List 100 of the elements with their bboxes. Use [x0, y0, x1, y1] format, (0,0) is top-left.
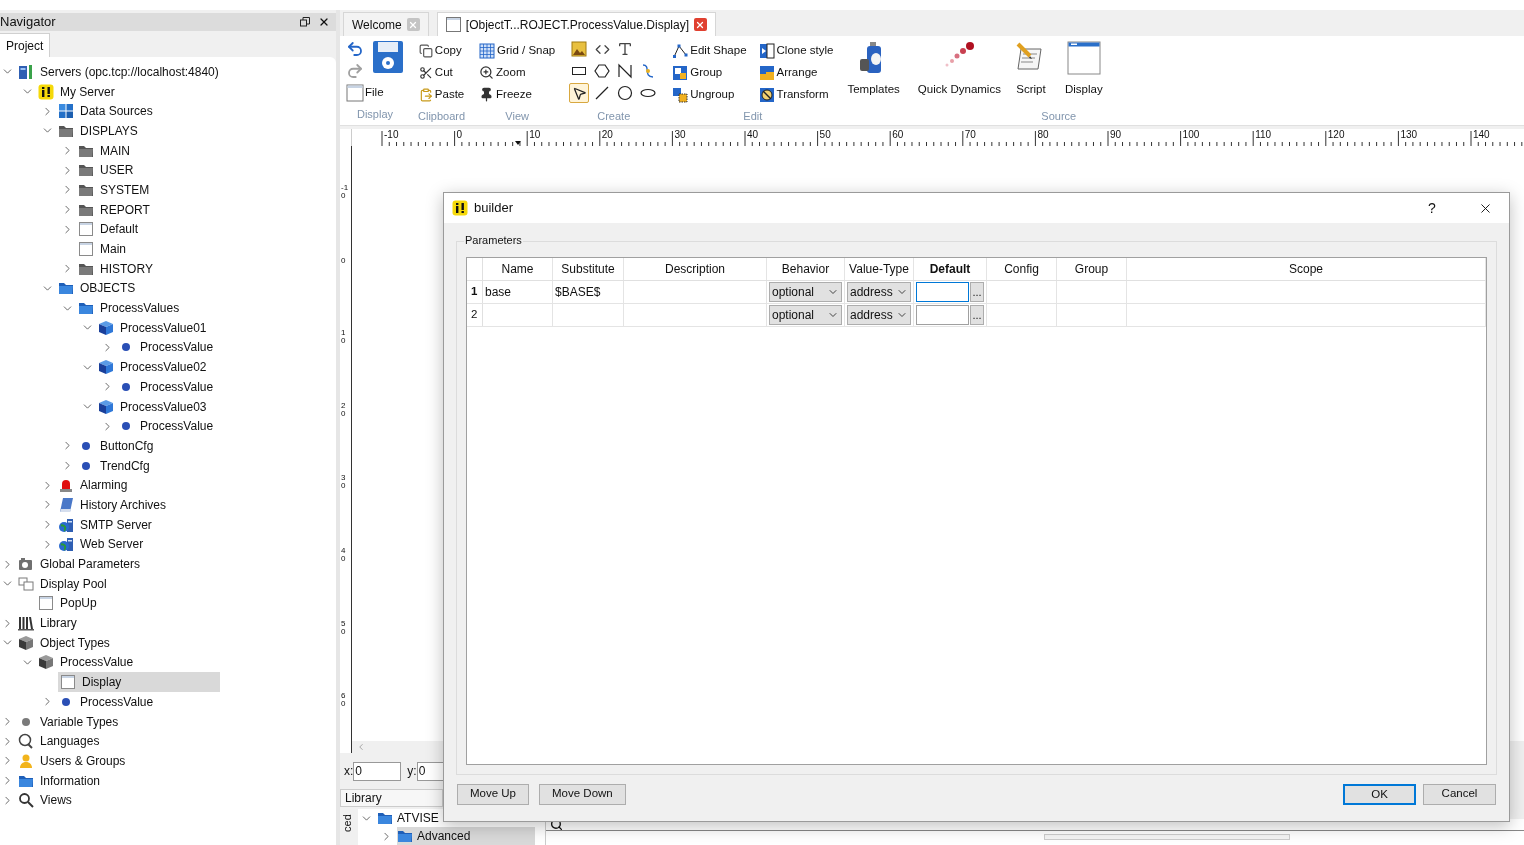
ribbon-button[interactable]: Arrange — [758, 63, 834, 82]
ribbon-button[interactable]: Grid / Snap — [479, 41, 556, 60]
tree-item[interactable]: My Server — [38, 81, 119, 102]
column-header[interactable]: Scope — [1127, 258, 1486, 280]
tree-item[interactable]: DISPLAYS — [58, 121, 142, 141]
panel-tab[interactable]: Project — [0, 33, 51, 57]
ribbon-button[interactable]: Edit Shape — [672, 41, 747, 60]
tree-item[interactable]: USER — [78, 160, 138, 181]
tree-item[interactable]: Views — [18, 790, 76, 811]
tree-item[interactable]: ProcessValue01 — [98, 317, 211, 338]
tree-item[interactable]: Global Parameters — [18, 554, 145, 574]
ruler-label: 40 — [747, 129, 759, 141]
tree-item[interactable]: Information — [18, 770, 105, 791]
tree-item[interactable]: ProcessValues — [78, 298, 184, 318]
side-tab[interactable]: ced — [340, 814, 353, 832]
coordinate-label: y: — [407, 763, 417, 780]
ribbon-button[interactable]: Freeze — [479, 85, 556, 104]
help-button[interactable]: ? — [1422, 197, 1442, 219]
ribbon-group-label: Edit — [743, 109, 763, 123]
ribbon-button[interactable]: Clone style — [758, 41, 834, 60]
tree-item[interactable]: Advanced — [397, 827, 535, 845]
ribbon-button[interactable]: Transform — [758, 85, 834, 104]
row-header[interactable]: 1 — [467, 281, 483, 303]
ruler-label: 90 — [1110, 129, 1122, 141]
row-header[interactable]: 2 — [467, 304, 483, 326]
tree-item[interactable]: Alarming — [58, 475, 132, 496]
ribbon-button[interactable]: Display — [1064, 41, 1103, 99]
document-tab[interactable]: Welcome — [343, 12, 429, 36]
browse-button[interactable]: ... — [970, 282, 984, 302]
ruler-label: 130 — [1400, 129, 1418, 141]
ruler-label: 50 — [819, 129, 831, 141]
dialog-title: builder — [474, 199, 515, 218]
column-header[interactable]: Config — [987, 258, 1057, 280]
tree-item[interactable]: Variable Types — [18, 711, 123, 732]
dropdown[interactable]: optional — [769, 282, 842, 302]
tree-item[interactable]: ButtonCfg — [78, 436, 158, 456]
tree-item[interactable]: PopUp — [38, 593, 101, 614]
browse-button[interactable]: ... — [970, 305, 984, 325]
ribbon-button[interactable]: Script — [1014, 41, 1047, 99]
tree-item[interactable]: Web Server — [58, 534, 148, 555]
ruler-label: 10 — [341, 329, 347, 346]
tree-item[interactable]: ProcessValue — [118, 377, 218, 397]
tree-item[interactable]: OBJECTS — [58, 278, 140, 299]
tree-item[interactable]: ProcessValue — [38, 652, 138, 673]
ribbon-button[interactable]: Zoom — [479, 63, 556, 82]
ribbon-group-label: View — [505, 109, 529, 123]
tree-item[interactable]: TrendCfg — [78, 455, 154, 476]
tree-item[interactable]: Main — [78, 239, 130, 259]
tree-item[interactable]: Display Pool — [18, 573, 111, 594]
tree-item[interactable]: Languages — [18, 731, 104, 752]
dialog-button[interactable]: Move Down — [539, 783, 626, 805]
tree-item[interactable]: ProcessValue — [118, 416, 218, 437]
column-header[interactable]: Name — [483, 258, 553, 280]
ribbon-button[interactable]: File — [346, 83, 384, 102]
tree-item[interactable]: Default — [78, 219, 143, 240]
column-header[interactable]: Default — [914, 258, 987, 280]
tree-item[interactable]: SYSTEM — [78, 180, 154, 200]
tree-item[interactable]: ATVISE — [377, 809, 443, 827]
tree-item[interactable]: Library — [18, 613, 81, 633]
ribbon-button[interactable]: Templates — [847, 41, 900, 99]
column-header[interactable]: Description — [624, 258, 767, 280]
panel-header: Library — [340, 789, 443, 807]
coordinate-label: x: — [344, 763, 354, 780]
dialog-button[interactable]: Move Up — [457, 783, 530, 805]
tree-item[interactable]: Object Types — [18, 632, 114, 653]
column-header[interactable]: Substitute — [553, 258, 624, 280]
tree-item[interactable]: Servers (opc.tcp://localhost:4840) — [18, 62, 223, 82]
dropdown[interactable]: optional — [769, 305, 842, 325]
dialog-button[interactable]: Cancel — [1423, 783, 1496, 805]
ruler-label: 60 — [892, 129, 904, 141]
tree-item[interactable]: HISTORY — [78, 258, 157, 279]
column-header[interactable]: Group — [1057, 258, 1127, 280]
dropdown[interactable]: address — [847, 282, 911, 302]
tree-item[interactable]: SMTP Server — [58, 514, 156, 535]
tree-item[interactable]: ProcessValue03 — [98, 396, 211, 417]
tree-item[interactable]: Users & Groups — [18, 751, 130, 771]
dropdown[interactable]: address — [847, 305, 911, 325]
ribbon-button[interactable]: Group — [672, 63, 747, 82]
tree-item[interactable]: MAIN — [78, 140, 134, 161]
ruler-label: 80 — [1037, 129, 1049, 141]
tree-item[interactable]: ProcessValue — [118, 337, 218, 358]
column-header[interactable]: Value-Type — [845, 258, 914, 280]
ruler-label: 30 — [674, 129, 686, 141]
document-tab[interactable]: [ObjectT...ROJECT.ProcessValue.Display] — [436, 12, 716, 36]
ruler-label: 60 — [341, 692, 347, 709]
ribbon-button[interactable]: Copy — [418, 41, 465, 60]
ribbon-button[interactable]: Quick Dynamics — [917, 41, 1001, 99]
tree-item[interactable]: Display — [58, 672, 220, 692]
table-cell-text: $BASE$ — [555, 284, 601, 301]
tree-item[interactable]: ProcessValue02 — [98, 357, 211, 377]
column-header[interactable]: Behavior — [767, 258, 845, 280]
ribbon-button[interactable]: Cut — [418, 63, 465, 82]
tree-item[interactable]: Data Sources — [58, 101, 157, 122]
tree-item[interactable]: History Archives — [58, 495, 171, 515]
dialog-button[interactable]: OK — [1343, 783, 1416, 805]
ribbon-button[interactable]: Paste — [418, 85, 465, 104]
ribbon-button[interactable]: Ungroup — [672, 85, 747, 104]
coordinate-field[interactable]: 0 — [353, 761, 402, 781]
tree-item[interactable]: ProcessValue — [58, 692, 158, 712]
tree-item[interactable]: REPORT — [78, 199, 154, 220]
